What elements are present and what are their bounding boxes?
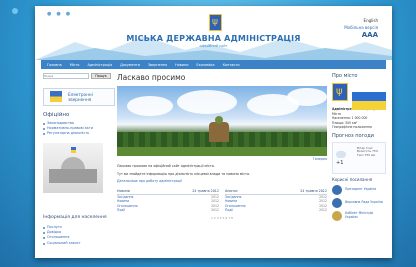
main-content: Ласкаво просимо Галерея Ласкаво просимо … bbox=[117, 73, 327, 220]
site-header: ● ● ● МІСЬКА ДЕРЖАВНА АДМІНІСТРАЦІЯ офіц… bbox=[35, 6, 392, 60]
decorative-dot bbox=[12, 8, 18, 14]
intro-paragraph: Тут ви знайдете інформацію про діяльніст… bbox=[117, 171, 251, 176]
partner-link[interactable]: Верховна Рада України bbox=[332, 197, 386, 208]
font-size-toggle[interactable]: AAA bbox=[362, 31, 378, 39]
news-title[interactable]: Анонси bbox=[225, 189, 238, 193]
weather-title: Прогноз погоди bbox=[332, 132, 374, 139]
e-appeals-banner[interactable]: Електронні звернення bbox=[43, 88, 115, 106]
intro-paragraph: Ласкаво просимо на офіційний сайт адміні… bbox=[117, 164, 215, 168]
pagination[interactable]: 1 2 3 4 5 6 7 8 bbox=[117, 216, 327, 220]
details-link[interactable]: Детальніше про роботу адміністрації bbox=[117, 179, 327, 184]
nav-item[interactable]: Контакти bbox=[223, 63, 240, 67]
cloud-icon bbox=[336, 150, 346, 158]
nav-item[interactable]: Економіка bbox=[196, 63, 214, 67]
church-shape bbox=[209, 116, 229, 142]
nav-item[interactable]: Звернення bbox=[148, 63, 167, 67]
news-row[interactable]: Події 2012 bbox=[117, 208, 219, 213]
news-date: 24 травня 2012 bbox=[300, 188, 327, 193]
news-title[interactable]: Новини bbox=[117, 189, 130, 193]
parliament-image[interactable] bbox=[43, 142, 103, 193]
header-toolbar: ● ● ● bbox=[47, 11, 70, 17]
building-base bbox=[49, 168, 97, 183]
grass-strip bbox=[117, 147, 327, 156]
language-link[interactable]: English bbox=[364, 18, 378, 23]
cloud-shape bbox=[177, 90, 237, 114]
website-page: ● ● ● МІСЬКА ДЕРЖАВНА АДМІНІСТРАЦІЯ офіц… bbox=[35, 6, 392, 258]
search-bar: Пошук bbox=[43, 73, 113, 79]
official-section-title: Офіційно bbox=[43, 112, 70, 118]
partner-link[interactable]: Кабінет Міністрів України bbox=[332, 210, 386, 221]
mobile-version-link[interactable]: Мобільна версія bbox=[344, 25, 378, 30]
about-city-text: Адміністративний центр Місто Населення: … bbox=[332, 107, 376, 129]
info-links: Послуги Довідка Оголошення Соціальний за… bbox=[43, 225, 113, 246]
gallery-link[interactable]: Галерея bbox=[117, 157, 327, 161]
coat-of-arms-icon bbox=[332, 83, 348, 101]
home-icon[interactable]: ● bbox=[47, 11, 51, 17]
hero-photo[interactable] bbox=[117, 86, 327, 156]
star-emblem-icon bbox=[332, 210, 342, 221]
partners-title: Корисні посилання bbox=[332, 176, 373, 182]
left-sidebar: Пошук Електронні звернення Офіційно Зако… bbox=[43, 73, 115, 193]
official-links: Законодавство Нормативно-правові акти Ре… bbox=[43, 121, 113, 137]
nav-item[interactable]: Адміністрація bbox=[87, 63, 112, 67]
partner-link[interactable]: Президент України bbox=[332, 184, 386, 195]
site-title: МІСЬКА ДЕРЖАВНА АДМІНІСТРАЦІЯ bbox=[126, 34, 301, 43]
main-nav: Головна Місто Адміністрація Документи Зв… bbox=[41, 60, 386, 69]
about-city-title: Про місто bbox=[332, 73, 358, 79]
weather-widget: +1 Вітер 3 м/с Вологість 75% Тиск 750 мм bbox=[332, 141, 386, 174]
dome-shape bbox=[61, 156, 85, 169]
site-subtitle: офіційний сайт bbox=[199, 44, 228, 48]
info-link[interactable]: Соціальний захист bbox=[43, 241, 113, 246]
announcements-column: Анонси 24 травня 2012 Засідання 2012 Нови… bbox=[225, 189, 327, 213]
page-title: Ласкаво просимо bbox=[117, 73, 186, 82]
emblem-icon bbox=[332, 184, 342, 195]
emblem-icon bbox=[332, 197, 342, 208]
news-date: 24 травня 2012 bbox=[192, 188, 219, 193]
nav-item[interactable]: Документи bbox=[120, 63, 140, 67]
cloud-shape bbox=[127, 96, 173, 116]
sitemap-icon[interactable]: ● bbox=[56, 11, 60, 17]
weather-details: Вітер 3 м/с Вологість 75% Тиск 750 мм bbox=[357, 145, 379, 157]
nav-item[interactable]: Місто bbox=[70, 63, 80, 67]
search-button[interactable]: Пошук bbox=[91, 73, 111, 79]
flag-icon bbox=[71, 146, 76, 153]
news-column: Новини 24 травня 2012 Засідання 2012 Нови… bbox=[117, 189, 219, 213]
mail-icon[interactable]: ● bbox=[66, 11, 70, 17]
news-blocks: Новини 24 травня 2012 Засідання 2012 Нови… bbox=[117, 189, 327, 213]
search-input[interactable] bbox=[43, 73, 89, 79]
sidebar-link[interactable]: Регуляторна діяльність bbox=[43, 131, 113, 136]
flag-icon bbox=[352, 92, 386, 110]
cloud-shape bbox=[287, 88, 327, 106]
coat-of-arms-icon bbox=[209, 14, 222, 31]
right-sidebar: Про місто Адміністративний центр Місто Н… bbox=[332, 73, 386, 221]
flag-icon bbox=[50, 91, 62, 102]
e-appeals-label: Електронні звернення bbox=[68, 92, 93, 102]
nav-item[interactable]: Головна bbox=[47, 63, 62, 67]
nav-item[interactable]: Новини bbox=[175, 63, 188, 67]
weather-temperature: +1 bbox=[336, 159, 344, 166]
info-section-title: Інформація для населення bbox=[43, 215, 107, 220]
news-row[interactable]: Події 2012 bbox=[225, 208, 327, 213]
